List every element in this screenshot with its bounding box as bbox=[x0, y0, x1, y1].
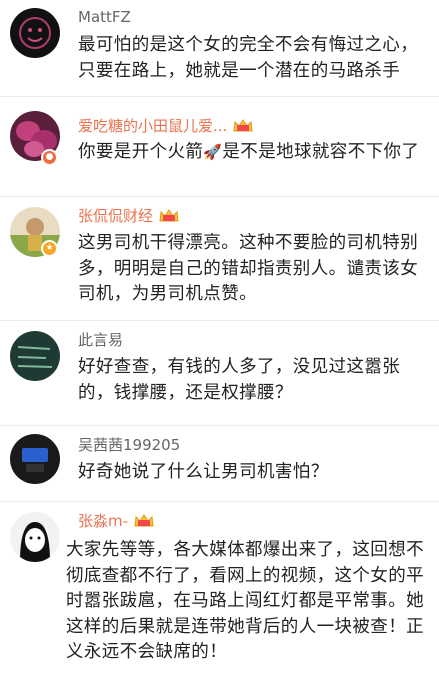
username[interactable]: 张淼m- bbox=[78, 510, 155, 532]
comment-feed: MattFZ 最可怕的是这个女的完全不会有悔过之心，只要在路上，她就是一个潜在的… bbox=[0, 0, 439, 677]
crown-vip-icon bbox=[158, 208, 180, 224]
rocket-icon: 🚀 bbox=[203, 143, 223, 161]
comment-item: 吴茜茜199205 好奇她说了什么让男司机害怕？ bbox=[0, 425, 439, 502]
avatar[interactable] bbox=[10, 331, 60, 381]
comment-item: 此言易 好好查查，有钱的人多了，没见过这嚣张的，钱撑腰，还是权撑腰？ bbox=[0, 320, 439, 426]
comment-text-part: 是不是地球就容不下你了 bbox=[222, 142, 420, 162]
comment-item: 张淼m- 大家先等等，各大媒体都爆出来了，这回想不彻底查都不行了，看网上的视频，… bbox=[0, 501, 439, 678]
username[interactable]: 爱吃糖的小田鼠儿爱... bbox=[78, 115, 254, 137]
weibo-verified-badge-icon: ★ bbox=[41, 240, 58, 257]
username-text[interactable]: 吴茜茜199205 bbox=[78, 434, 180, 456]
weibo-verified-badge-icon: ● bbox=[41, 149, 58, 166]
comment-text: 最可怕的是这个女的完全不会有悔过之心，只要在路上，她就是一个潜在的马路杀手 bbox=[78, 35, 419, 81]
username[interactable]: 此言易 bbox=[78, 329, 123, 351]
username[interactable]: MattFZ bbox=[78, 6, 131, 28]
avatar[interactable] bbox=[10, 512, 60, 562]
username-text[interactable]: 张侃侃财经 bbox=[78, 205, 153, 227]
crown-vip-icon bbox=[232, 118, 254, 134]
comment-text: 好好查查，有钱的人多了，没见过这嚣张的，钱撑腰，还是权撑腰？ bbox=[78, 357, 401, 403]
username-text[interactable]: 此言易 bbox=[78, 329, 123, 351]
comment-text: 你要是开个火箭🚀是不是地球就容不下你了 bbox=[78, 140, 428, 166]
avatar[interactable] bbox=[10, 434, 60, 484]
username[interactable]: 吴茜茜199205 bbox=[78, 434, 180, 456]
comment-item: ★ 张侃侃财经 这男司机干得漂亮。这种不要脸的司机特别多，明明是自己的错却指责别… bbox=[0, 196, 439, 321]
comment-text: 大家先等等，各大媒体都爆出来了，这回想不彻底查都不行了，看网上的视频，这个女的平… bbox=[66, 540, 424, 662]
comment-item: MattFZ 最可怕的是这个女的完全不会有悔过之心，只要在路上，她就是一个潜在的… bbox=[0, 0, 439, 96]
comment-text: 好奇她说了什么让男司机害怕？ bbox=[78, 462, 329, 482]
avatar[interactable] bbox=[10, 8, 60, 58]
comment-text-part: 你要是开个火箭 bbox=[78, 142, 204, 162]
comment-item: ● 爱吃糖的小田鼠儿爱... 你要是开个火箭🚀是不是地球就容不下你了 bbox=[0, 96, 439, 197]
comment-text: 这男司机干得漂亮。这种不要脸的司机特别多，明明是自己的错却指责别人。谴责该女司机… bbox=[78, 233, 419, 304]
username-text[interactable]: MattFZ bbox=[78, 6, 131, 28]
username-text[interactable]: 张淼m- bbox=[78, 510, 128, 532]
username-text[interactable]: 爱吃糖的小田鼠儿爱... bbox=[78, 115, 227, 137]
crown-vip-icon bbox=[133, 513, 155, 529]
username[interactable]: 张侃侃财经 bbox=[78, 205, 180, 227]
